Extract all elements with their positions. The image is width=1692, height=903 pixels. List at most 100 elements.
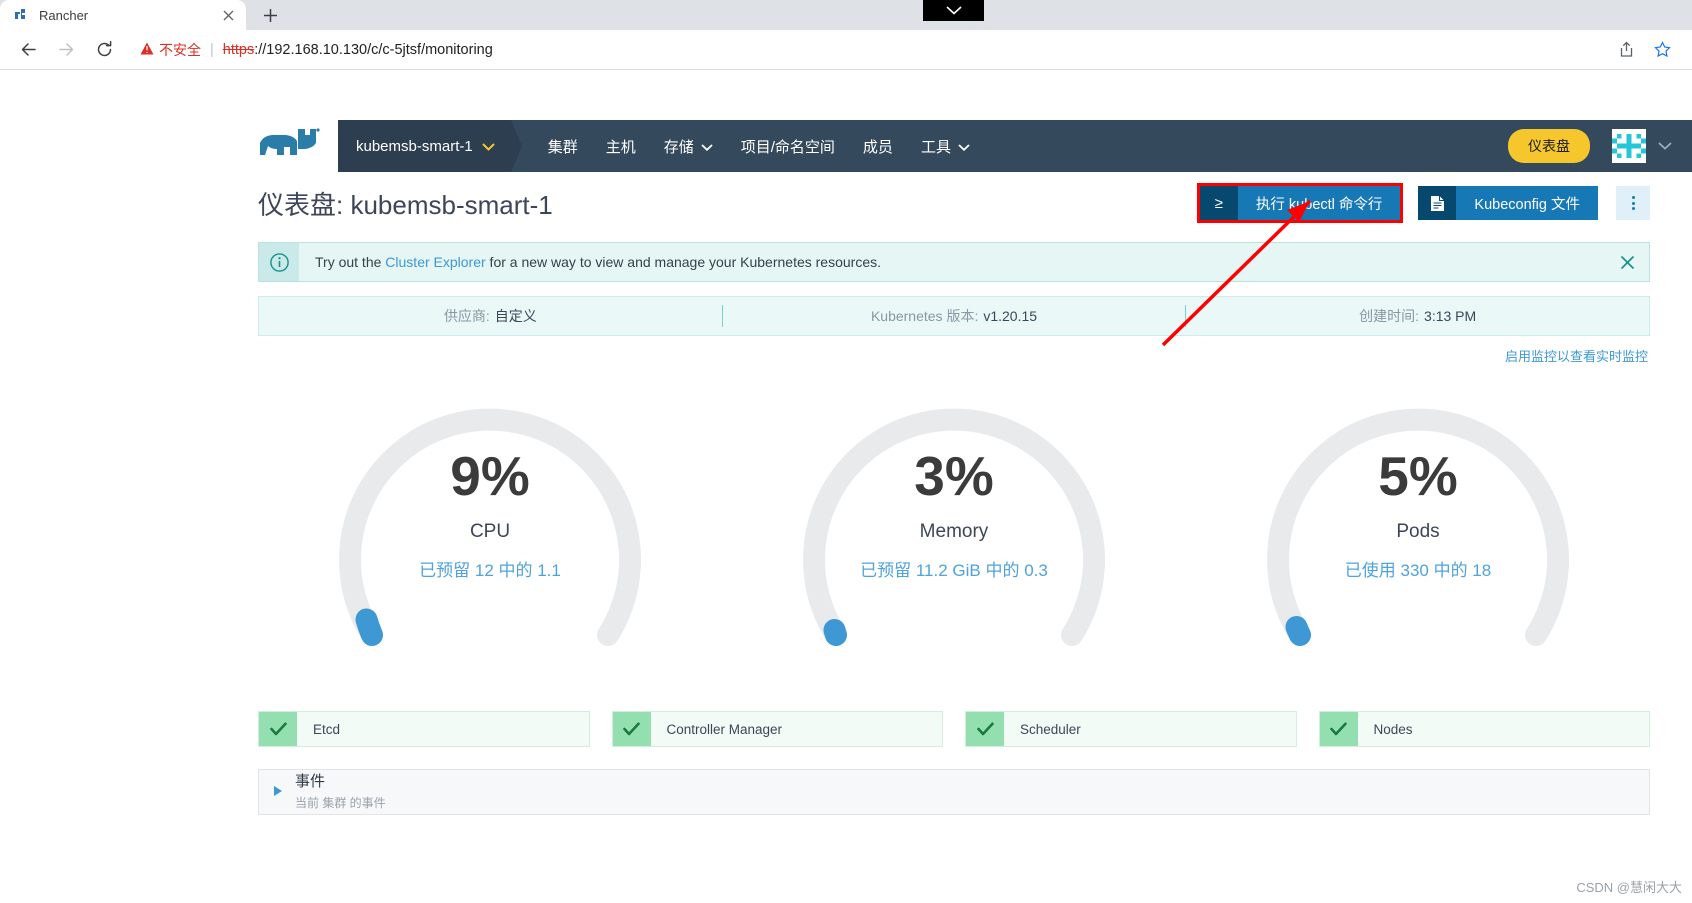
browser-tab[interactable]: Rancher	[0, 0, 246, 30]
omnibox-separator: |	[210, 41, 214, 58]
nav-item-tools[interactable]: 工具	[907, 136, 984, 157]
nav-item-hosts[interactable]: 主机	[592, 136, 650, 157]
address-bar[interactable]: 不安全 | https://192.168.10.130/c/c-5jtsf/m…	[126, 36, 1598, 64]
nav-item-label: 存储	[663, 138, 694, 156]
nav-item-label: 主机	[605, 138, 636, 156]
banner-text: Try out the Cluster Explorer for a new w…	[299, 254, 1605, 270]
browser-toolbar: 不安全 | https://192.168.10.130/c/c-5jtsf/m…	[0, 30, 1692, 70]
rancher-cow-logo[interactable]	[258, 120, 328, 172]
status-tile-controller-manager: Controller Manager	[611, 711, 943, 747]
cluster-explorer-banner: Try out the Cluster Explorer for a new w…	[258, 242, 1650, 282]
tab-search-dropdown[interactable]	[923, 0, 984, 21]
gauge-pods-name: Pods	[1396, 521, 1440, 542]
gauge-pods: 5% Pods 已使用 330 中的 18	[1186, 373, 1650, 703]
cluster-picker-arrow	[510, 120, 522, 172]
triangle-right-icon[interactable]	[273, 785, 283, 799]
events-title: 事件	[295, 773, 326, 791]
status-tile-nodes: Nodes	[1318, 711, 1650, 747]
kubeconfig-file-button[interactable]: Kubeconfig 文件	[1418, 186, 1598, 220]
rancher-page: kubemsb-smart-1 集群 主机 存储 项目/命名空间 成员 工具 仪…	[0, 70, 1692, 902]
rancher-header: kubemsb-smart-1 集群 主机 存储 项目/命名空间 成员 工具 仪…	[0, 120, 1692, 172]
events-subtitle: 当前 集群 的事件	[295, 795, 386, 810]
nav-item-label: 集群	[547, 138, 578, 156]
check-icon	[612, 712, 651, 746]
gauge-pods-percent: 5%	[1378, 445, 1458, 507]
chevron-down-icon	[958, 138, 970, 155]
events-text-block: 事件 当前 集群 的事件	[295, 773, 386, 811]
page-title: 仪表盘: kubemsb-smart-1	[258, 189, 553, 220]
cluster-explorer-link[interactable]: Cluster Explorer	[385, 254, 485, 270]
monitor-link-row: 启用监控以查看实时监控	[258, 346, 1650, 365]
share-icon[interactable]	[1610, 34, 1642, 66]
info-provider: 供应商: 自定义	[259, 306, 722, 326]
nav-item-projects-namespaces[interactable]: 项目/命名空间	[727, 136, 849, 157]
nav-item-label: 项目/命名空间	[740, 138, 835, 156]
cluster-info-strip: 供应商: 自定义 Kubernetes 版本: v1.20.15 创建时间: 3…	[258, 296, 1650, 336]
kebab-menu-icon[interactable]	[1616, 186, 1650, 220]
gauge-pods-detail: 已使用 330 中的 18	[1344, 561, 1492, 580]
check-icon	[1319, 712, 1358, 746]
events-accordion[interactable]: 事件 当前 集群 的事件	[258, 769, 1650, 815]
url-path: ://192.168.10.130/c/c-5jtsf/monitoring	[254, 41, 493, 58]
security-warning-label: 不安全	[159, 41, 201, 58]
forward-arrow-icon	[50, 34, 82, 66]
close-icon[interactable]	[1605, 243, 1649, 281]
url-scheme: https	[222, 41, 255, 58]
info-k8s-version-label: Kubernetes 版本:	[870, 308, 979, 324]
gauge-memory: 3% Memory 已预留 11.2 GiB 中的 0.3	[722, 373, 1186, 703]
nav-item-label: 成员	[862, 138, 893, 156]
gauge-memory-detail: 已预留 11.2 GiB 中的 0.3	[860, 561, 1048, 580]
file-document-icon	[1418, 186, 1457, 220]
back-arrow-icon[interactable]	[12, 34, 44, 66]
reload-icon[interactable]	[88, 34, 120, 66]
user-menu[interactable]	[1612, 129, 1672, 163]
info-provider-value: 自定义	[494, 308, 537, 324]
nav-item-clusters[interactable]: 集群	[534, 136, 592, 157]
toolbar-actions	[1608, 34, 1680, 66]
kebab-dots	[1631, 196, 1635, 210]
enable-monitoring-link[interactable]: 启用监控以查看实时监控	[1505, 346, 1648, 365]
page-title-row: 仪表盘: kubemsb-smart-1 ≥ 执行 kubectl 命令行 Ku…	[258, 172, 1650, 234]
gauge-cpu: 9% CPU 已预留 12 中的 1.1	[258, 373, 722, 703]
gauge-memory-text: 3% Memory 已预留 11.2 GiB 中的 0.3	[860, 449, 1048, 581]
info-created-label: 创建时间:	[1359, 308, 1420, 324]
run-kubectl-label: 执行 kubectl 命令行	[1237, 186, 1401, 220]
info-k8s-version-value: v1.20.15	[983, 308, 1038, 324]
gauge-cpu-name: CPU	[469, 521, 511, 542]
browser-tab-title: Rancher	[39, 7, 89, 23]
nav-item-members[interactable]: 成员	[849, 136, 907, 157]
status-tile-label: Scheduler	[1020, 721, 1081, 737]
watermark: CSDN @慧闲大大	[1576, 880, 1682, 895]
status-tile-scheduler: Scheduler	[965, 711, 1297, 747]
chevron-down-icon	[1658, 137, 1672, 155]
info-created-value: 3:13 PM	[1424, 308, 1477, 324]
status-tile-label: Controller Manager	[666, 721, 783, 737]
status-tile-label: Etcd	[313, 721, 341, 737]
info-provider-label: 供应商:	[443, 308, 490, 324]
dashboard-content: 仪表盘: kubemsb-smart-1 ≥ 执行 kubectl 命令行 Ku…	[258, 172, 1650, 815]
gauge-cpu-detail: 已预留 12 中的 1.1	[419, 561, 561, 580]
info-circle-icon	[259, 243, 299, 281]
info-created: 创建时间: 3:13 PM	[1186, 306, 1649, 326]
run-kubectl-button[interactable]: ≥ 执行 kubectl 命令行	[1196, 183, 1404, 223]
terminal-prompt-icon: ≥	[1199, 186, 1238, 220]
info-k8s-version: Kubernetes 版本: v1.20.15	[723, 306, 1186, 326]
nav-item-storage[interactable]: 存储	[650, 136, 727, 157]
gauge-cpu-percent: 9%	[450, 445, 530, 507]
cluster-picker[interactable]: kubemsb-smart-1	[338, 120, 511, 172]
user-avatar-identicon	[1612, 129, 1646, 163]
star-icon[interactable]	[1646, 34, 1678, 66]
browser-tabstrip: Rancher	[0, 0, 1692, 30]
warning-triangle-icon	[140, 42, 154, 57]
rancher-nav-bar: kubemsb-smart-1 集群 主机 存储 项目/命名空间 成员 工具 仪…	[338, 120, 1692, 172]
nav-items: 集群 主机 存储 项目/命名空间 成员 工具	[534, 136, 984, 157]
check-icon	[259, 712, 297, 746]
chevron-down-icon	[701, 138, 713, 155]
banner-text-after: for a new way to view and manage your Ku…	[485, 254, 881, 270]
close-icon[interactable]	[220, 7, 236, 23]
gauge-cpu-text: 9% CPU 已预留 12 中的 1.1	[419, 449, 561, 581]
dashboard-pill-button[interactable]: 仪表盘	[1508, 129, 1590, 163]
gauge-memory-name: Memory	[919, 521, 989, 542]
new-tab-button[interactable]	[256, 1, 284, 29]
chevron-down-icon	[481, 138, 495, 155]
